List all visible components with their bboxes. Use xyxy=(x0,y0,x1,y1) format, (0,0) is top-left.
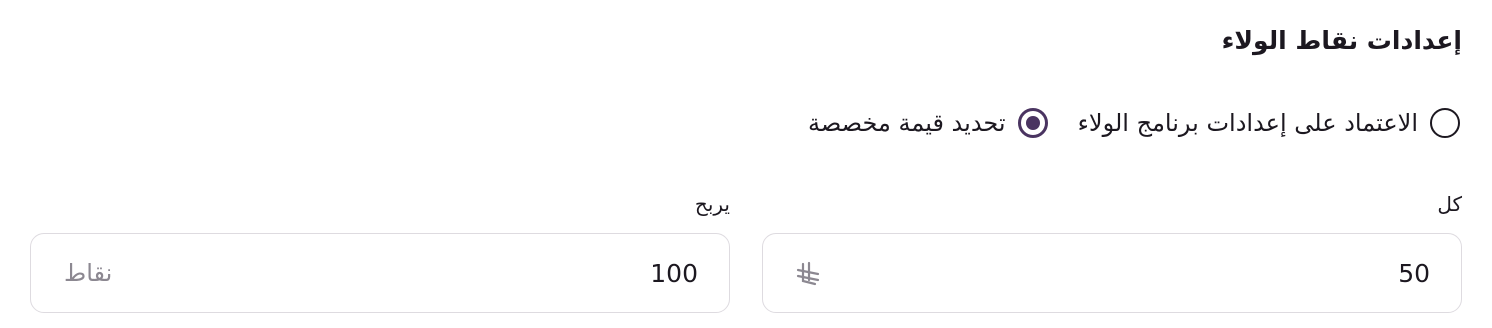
every-amount-input[interactable]: 50 xyxy=(762,233,1462,313)
loyalty-points-settings-section: إعدادات نقاط الولاء الاعتماد على إعدادات… xyxy=(0,0,1492,328)
every-amount-value[interactable]: 50 xyxy=(1398,259,1430,288)
radio-option-use-program-settings[interactable]: الاعتماد على إعدادات برنامج الولاء xyxy=(1078,108,1460,138)
riyal-currency-icon xyxy=(796,260,822,286)
section-title: إعدادات نقاط الولاء xyxy=(1221,26,1462,55)
loyalty-mode-radio-group: الاعتماد على إعدادات برنامج الولاء تحديد… xyxy=(808,108,1460,138)
every-field-label: كل xyxy=(1437,192,1462,216)
points-suffix: نقاط xyxy=(64,259,113,287)
radio-dot xyxy=(1025,116,1040,130)
radio-option-label: الاعتماد على إعدادات برنامج الولاء xyxy=(1077,109,1418,137)
radio-checked-icon[interactable] xyxy=(1017,108,1048,138)
radio-unchecked-icon[interactable] xyxy=(1430,108,1460,138)
earn-points-input[interactable]: 100 نقاط xyxy=(30,233,730,313)
radio-option-custom-value[interactable]: تحديد قيمة مخصصة xyxy=(808,108,1048,138)
earn-field-label: يربح xyxy=(694,192,730,216)
earn-points-value[interactable]: 100 xyxy=(650,259,698,288)
radio-option-label: تحديد قيمة مخصصة xyxy=(807,109,1006,137)
